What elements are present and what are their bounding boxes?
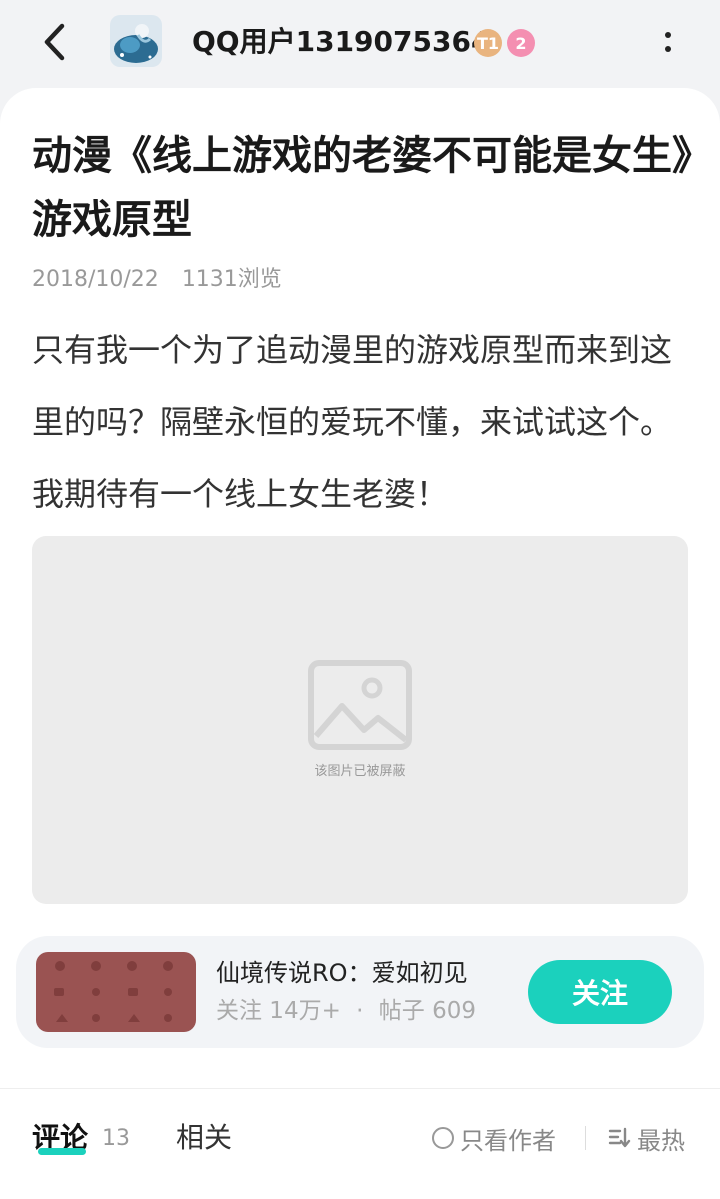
sort-button[interactable]: 最热 <box>607 1121 685 1155</box>
author-only-label: 只看作者 <box>460 1126 556 1155</box>
game-thumbnail[interactable] <box>36 952 196 1032</box>
game-posts: 帖子 609 <box>378 998 477 1024</box>
top-bar: QQ用户1319075364 T1 2 <box>0 0 720 92</box>
comments-count: 13 <box>102 1126 130 1151</box>
stats-separator: · <box>356 998 364 1024</box>
post-date: 2018/10/22 <box>32 267 159 292</box>
divider <box>0 1088 720 1089</box>
image-caption: 该图片已被屏蔽 <box>314 764 406 779</box>
filter-separator <box>585 1126 586 1150</box>
avatar[interactable] <box>110 15 162 67</box>
more-options-button[interactable] <box>652 22 684 62</box>
post-body: 只有我一个为了追动漫里的游戏原型而来到这里的吗？隔壁永恒的爱玩不懂，来试试这个。… <box>32 331 673 513</box>
username[interactable]: QQ用户1319075364 <box>192 24 490 60</box>
game-card[interactable]: 仙境传说RO：爱如初见 关注 14万+ · 帖子 609 关注 <box>16 936 704 1048</box>
sort-label: 最热 <box>637 1126 685 1155</box>
tab-related[interactable]: 相关 <box>176 1118 232 1158</box>
chevron-left-icon <box>44 23 65 61</box>
image-placeholder-icon <box>308 660 412 750</box>
radio-circle-icon <box>432 1127 454 1149</box>
post-meta: 2018/10/22 1131浏览 <box>32 264 282 296</box>
back-button[interactable] <box>36 22 72 62</box>
sort-icon <box>608 1127 631 1148</box>
post-views: 1131浏览 <box>181 267 282 292</box>
author-only-toggle[interactable]: 只看作者 <box>432 1121 556 1155</box>
count-badge: 2 <box>507 29 535 57</box>
game-followers: 关注 14万+ <box>216 998 341 1024</box>
blocked-image[interactable]: 该图片已被屏蔽 <box>32 536 688 904</box>
active-tab-indicator <box>38 1148 86 1155</box>
game-stats: 关注 14万+ · 帖子 609 <box>216 994 476 1028</box>
post-title: 动漫《线上游戏的老婆不可能是女生》游戏原型 <box>32 133 692 243</box>
vertical-dots-icon <box>665 32 671 38</box>
level-badge: T1 <box>474 29 502 57</box>
game-name[interactable]: 仙境传说RO：爱如初见 <box>216 956 468 990</box>
follow-button[interactable]: 关注 <box>528 960 672 1024</box>
